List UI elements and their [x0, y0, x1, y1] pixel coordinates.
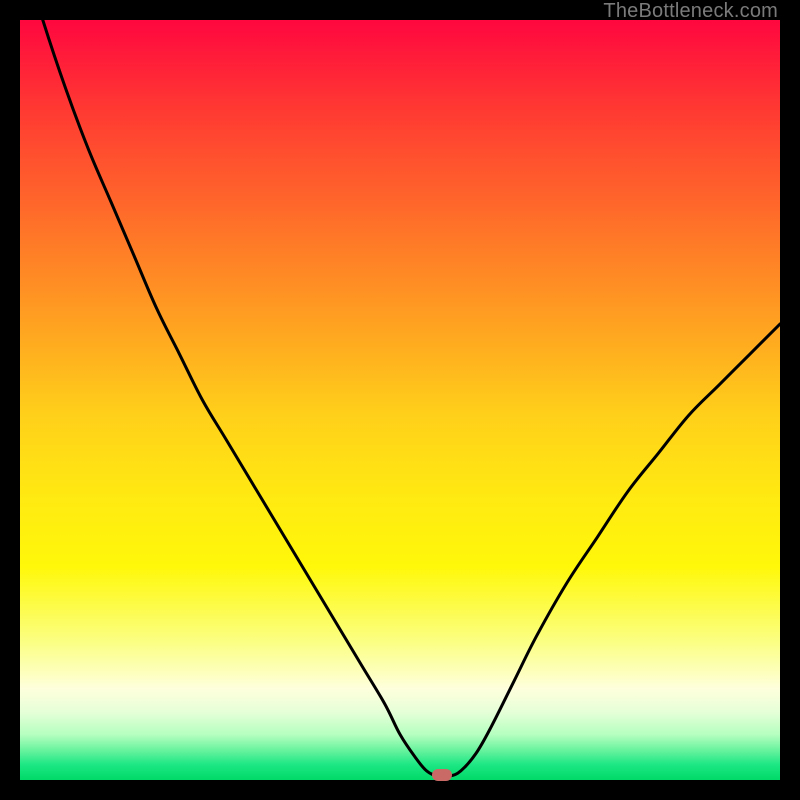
chart-frame: TheBottleneck.com [0, 0, 800, 800]
watermark-text: TheBottleneck.com [603, 0, 778, 23]
data-curve [20, 20, 780, 780]
minimum-marker [432, 769, 452, 781]
plot-area [20, 20, 780, 780]
